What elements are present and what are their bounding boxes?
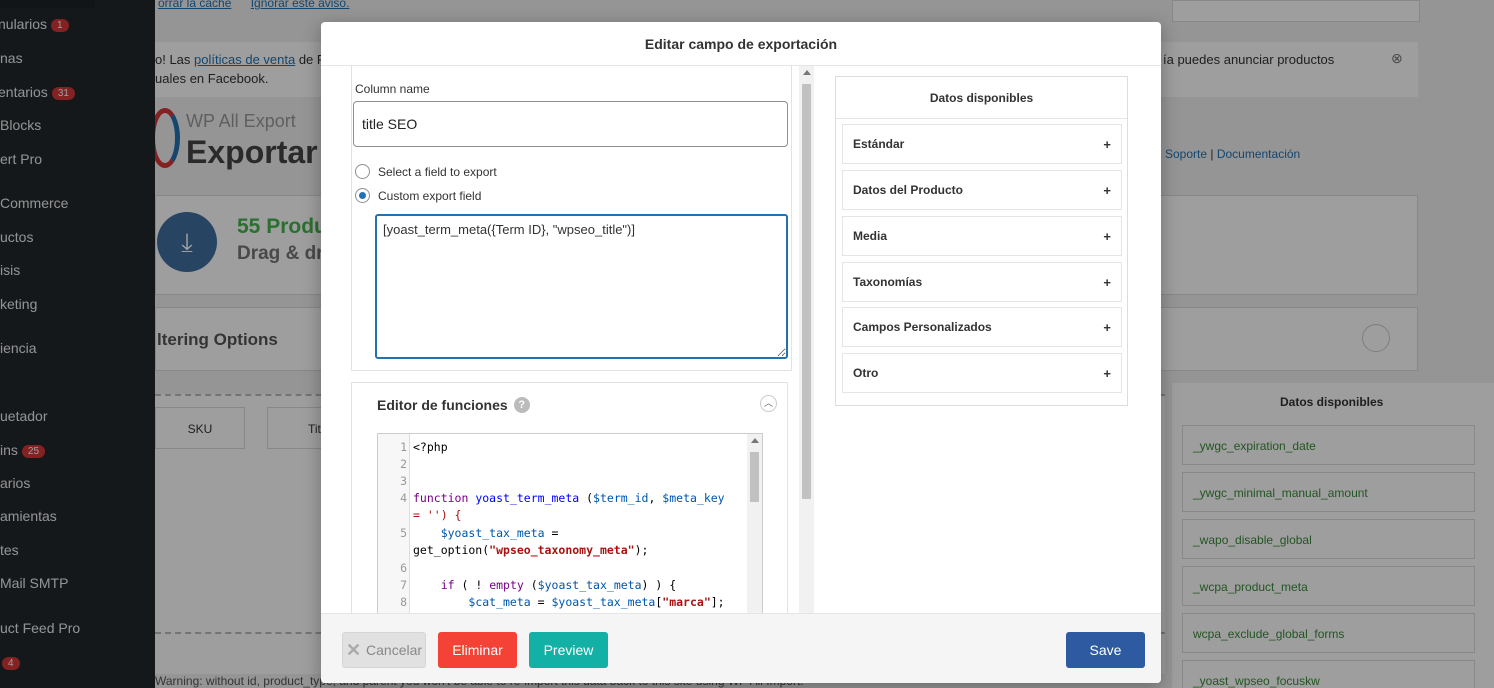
data-section-other[interactable]: Otro + xyxy=(842,353,1122,393)
field-settings-pane: Column name Select a field to export Cus… xyxy=(321,66,818,635)
code-scroll-thumb[interactable] xyxy=(750,452,759,502)
edit-export-field-modal: Editar campo de exportación Column name … xyxy=(321,22,1161,683)
custom-field-label: Custom export field xyxy=(378,188,482,203)
available-data-panel: Datos disponibles Estándar + Datos del Pr… xyxy=(835,76,1128,406)
data-section-taxonomies[interactable]: Taxonomías + xyxy=(842,262,1122,302)
custom-export-field-textarea[interactable]: [yoast_term_meta({Term ID}, "wpseo_title… xyxy=(375,214,788,359)
left-pane-scrollbar[interactable] xyxy=(799,66,814,635)
select-field-label: Select a field to export xyxy=(378,164,497,179)
expand-plus-icon: + xyxy=(1103,319,1111,335)
expand-plus-icon: + xyxy=(1103,365,1111,381)
preview-button[interactable]: Preview xyxy=(529,632,608,668)
close-icon: ✕ xyxy=(345,639,362,660)
chevron-up-icon[interactable]: ︿ xyxy=(760,395,777,412)
column-name-input[interactable] xyxy=(353,101,788,147)
code-line: 8 $cat_meta = $yoast_tax_meta["marca"]; xyxy=(400,595,725,609)
functions-editor-panel: Editor de funciones ? ︿ 1 <?php 2 3 4 func… xyxy=(351,382,788,635)
scroll-up-arrow-icon[interactable] xyxy=(803,70,811,75)
select-field-radio[interactable] xyxy=(355,164,370,179)
cancel-button[interactable]: ✕ Cancelar xyxy=(342,632,426,668)
modal-footer: ✕ Cancelar Eliminar Preview Save xyxy=(321,613,1161,683)
expand-plus-icon: + xyxy=(1103,274,1111,290)
code-line: 5 $yoast_tax_meta = xyxy=(400,526,559,540)
custom-field-option[interactable]: Custom export field xyxy=(355,188,481,203)
select-field-option[interactable]: Select a field to export xyxy=(355,164,497,179)
functions-editor-title: Editor de funciones xyxy=(377,397,508,413)
save-button[interactable]: Save xyxy=(1066,632,1145,668)
column-name-label: Column name xyxy=(355,82,430,96)
custom-field-radio[interactable] xyxy=(355,188,370,203)
delete-button[interactable]: Eliminar xyxy=(438,632,517,668)
data-section-media[interactable]: Media + xyxy=(842,216,1122,256)
code-line: get_option("wpseo_taxonomy_meta"); xyxy=(413,543,649,557)
expand-plus-icon: + xyxy=(1103,182,1111,198)
code-line: 3 xyxy=(400,474,407,488)
code-line: = '') { xyxy=(413,508,462,522)
available-data-title: Datos disponibles xyxy=(836,77,1127,119)
data-section-standard[interactable]: Estándar + xyxy=(842,124,1122,164)
data-section-custom-fields[interactable]: Campos Personalizados + xyxy=(842,307,1122,347)
scroll-up-arrow-icon[interactable] xyxy=(751,438,759,443)
code-line: 2 xyxy=(400,457,407,471)
functions-editor-header: Editor de funciones ? xyxy=(377,397,530,413)
code-line: 4 function yoast_term_meta ($term_id, $me… xyxy=(400,491,725,505)
code-editor-scrollbar[interactable] xyxy=(747,434,762,632)
left-pane-scroll-thumb[interactable] xyxy=(802,84,811,499)
expand-plus-icon: + xyxy=(1103,228,1111,244)
code-line: 7 if ( ! empty ($yoast_tax_meta) ) { xyxy=(400,578,677,592)
code-line: 1 <?php xyxy=(400,440,448,454)
code-line: 6 xyxy=(400,561,407,575)
data-section-product-data[interactable]: Datos del Producto + xyxy=(842,170,1122,210)
help-icon[interactable]: ? xyxy=(513,397,530,413)
modal-title: Editar campo de exportación xyxy=(321,22,1161,66)
code-editor[interactable]: 1 <?php 2 3 4 function yoast_term_meta ($t… xyxy=(377,433,763,633)
expand-plus-icon: + xyxy=(1103,136,1111,152)
